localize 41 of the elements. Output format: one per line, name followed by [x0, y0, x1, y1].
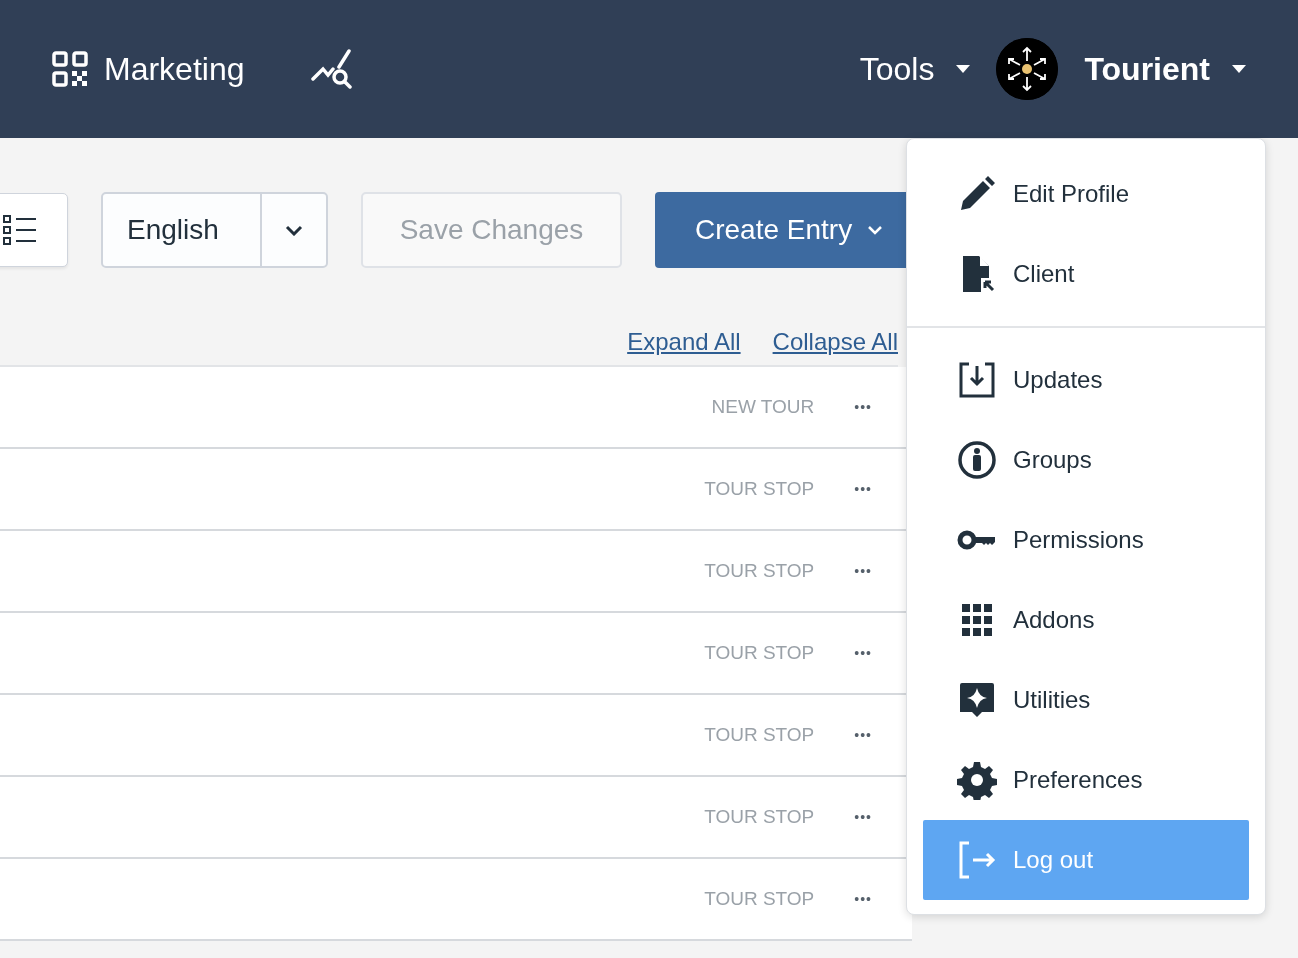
language-select[interactable]: English — [101, 192, 328, 268]
settings-icon — [957, 760, 997, 800]
toggle-link[interactable]: Expand All — [627, 328, 741, 365]
menu-item[interactable]: Preferences — [923, 740, 1249, 820]
menu-item[interactable]: Utilities — [923, 660, 1249, 740]
entry-type-label: TOUR STOP — [704, 724, 815, 746]
entry-type-label: TOUR STOP — [704, 806, 815, 828]
entry-type-label: TOUR STOP — [704, 478, 815, 500]
entry-type-label: NEW TOUR — [711, 396, 815, 418]
entry-row[interactable]: TOUR STOP ••• — [0, 859, 912, 941]
app-title: Marketing — [104, 50, 245, 88]
list-icon — [3, 215, 37, 245]
chevron-down-icon — [868, 225, 883, 235]
entry-type-label: TOUR STOP — [704, 642, 815, 664]
list-view-button[interactable] — [0, 193, 68, 267]
more-options-button[interactable]: ••• — [854, 645, 872, 661]
caret-icon — [956, 64, 971, 74]
sparkle-icon — [957, 680, 997, 720]
more-options-button[interactable]: ••• — [854, 399, 872, 415]
tools-menu-button[interactable]: Tools — [859, 50, 971, 88]
download-tray-icon — [957, 360, 997, 400]
chevron-down-icon — [285, 224, 303, 236]
chart-search-icon[interactable] — [310, 49, 355, 89]
more-options-button[interactable]: ••• — [854, 481, 872, 497]
more-options-button[interactable]: ••• — [854, 809, 872, 825]
logout-icon — [957, 840, 997, 880]
caret-icon — [1232, 64, 1246, 74]
account-menu-button[interactable]: Tourient — [1084, 50, 1246, 88]
more-options-button[interactable]: ••• — [854, 727, 872, 743]
toggle-link[interactable]: Collapse All — [772, 328, 898, 365]
entry-type-label: TOUR STOP — [704, 560, 815, 582]
menu-item[interactable]: Permissions — [923, 500, 1249, 580]
person-circle-icon — [957, 440, 997, 480]
qr-code-icon — [52, 51, 88, 87]
more-options-button[interactable]: ••• — [854, 563, 872, 579]
entry-type-label: TOUR STOP — [704, 888, 815, 910]
more-options-button[interactable]: ••• — [854, 891, 872, 907]
menu-item[interactable]: Updates — [923, 340, 1249, 420]
account-avatar-icon — [996, 38, 1059, 100]
menu-item[interactable]: Groups — [923, 420, 1249, 500]
menu-item[interactable]: Addons — [923, 580, 1249, 660]
